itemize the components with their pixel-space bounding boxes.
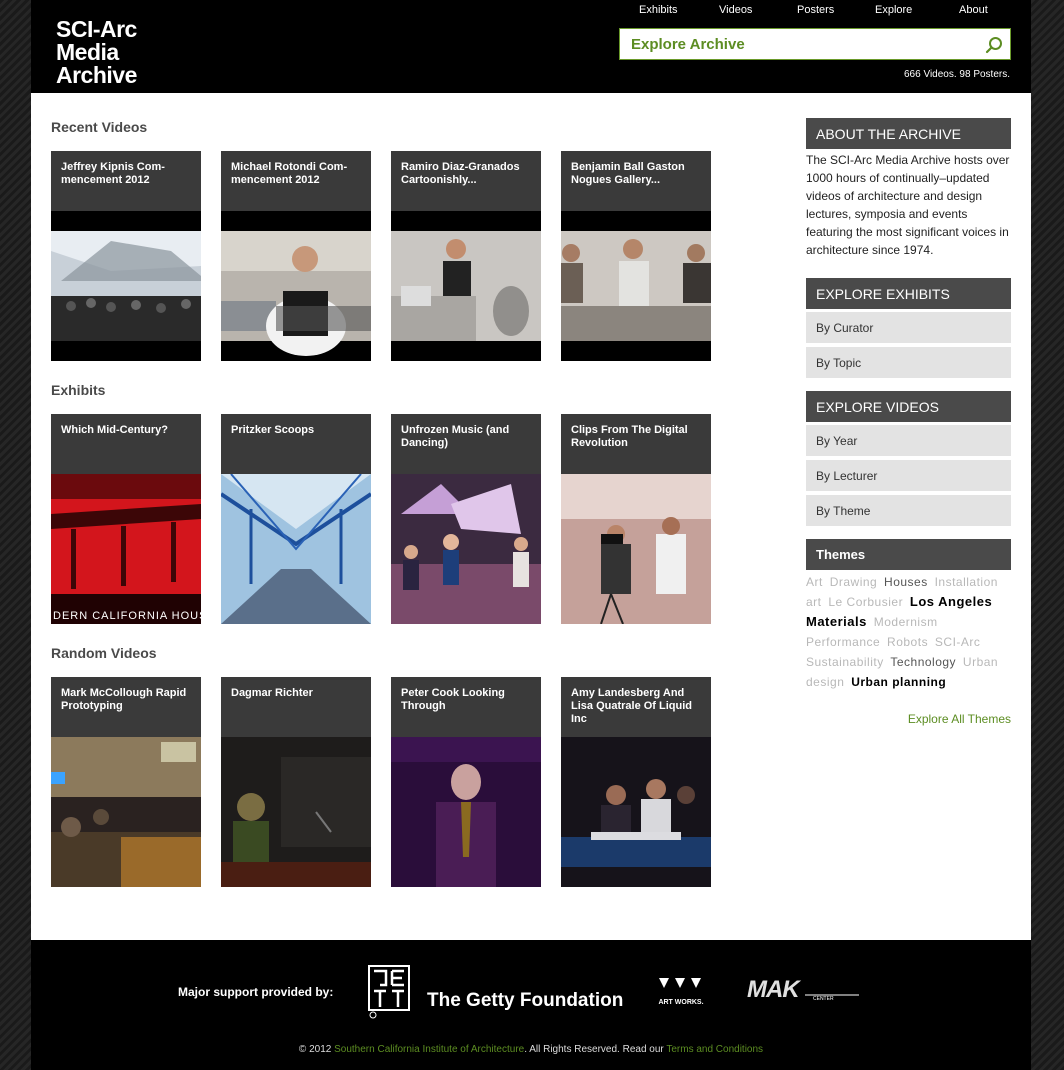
theme-tag[interactable]: Houses (884, 575, 928, 589)
theme-tag[interactable]: Modernism (874, 615, 938, 629)
archive-counts: 666 Videos. 98 Posters. (904, 69, 1010, 80)
card-title: Ramiro Diaz-Granados Cartoonishly... (401, 161, 520, 186)
site-header: SCI-Arc Media Archive Exhibits Videos Po… (31, 0, 1031, 93)
nav-about[interactable]: About (959, 4, 988, 16)
main-content: Recent Videos Jeffrey Kipnis Com-menceme… (31, 93, 1031, 940)
support-label: Major support provided by: (178, 985, 334, 999)
theme-cloud: Art Drawing Houses Installation art Le C… (806, 572, 1016, 692)
section-title-recent-videos: Recent Videos (51, 119, 148, 135)
art-works-logo[interactable]: ART WORKS. (657, 976, 705, 1006)
video-card[interactable]: Dagmar Richter (221, 677, 371, 887)
theme-tag[interactable]: Materials (806, 614, 867, 629)
video-thumbnail[interactable] (51, 211, 201, 361)
search-icon[interactable] (984, 35, 1004, 55)
card-title: Amy Landesberg And Lisa Quatrale Of Liqu… (571, 687, 693, 725)
sidebar-item-by-topic[interactable]: By Topic (806, 347, 1011, 378)
exhibit-thumbnail[interactable] (221, 474, 371, 624)
main-nav: Exhibits Videos Posters Explore About (619, 4, 1011, 18)
copyright-line: © 2012 Southern California Institute of … (31, 1044, 1031, 1055)
card-title: Which Mid-Century? (61, 424, 168, 436)
video-thumbnail[interactable] (221, 737, 371, 887)
site-logo[interactable]: SCI-Arc Media Archive (56, 18, 137, 87)
section-title-exhibits: Exhibits (51, 382, 106, 398)
video-card[interactable]: Mark McCollough Rapid Prototyping (51, 677, 201, 887)
logo-line-1: SCI-Arc (56, 16, 137, 42)
theme-tag[interactable]: SCI-Arc (935, 635, 981, 649)
theme-tag[interactable]: Urban planning (851, 675, 946, 689)
video-card[interactable]: Michael Rotondi Com-mencement 2012 (221, 151, 371, 361)
art-works-icon (659, 978, 701, 988)
theme-tag[interactable]: Performance (806, 635, 880, 649)
mak-letters: MAK (747, 976, 800, 1003)
theme-tag[interactable]: Art (806, 575, 823, 589)
exhibit-card[interactable]: Which Mid-Century? DERN CALIFORNIA HOUS (51, 414, 201, 624)
terms-link[interactable]: Terms and Conditions (666, 1044, 763, 1055)
theme-tag[interactable]: Technology (890, 655, 956, 669)
video-thumbnail[interactable] (221, 211, 371, 361)
mak-center-logo[interactable]: MAK CENTER (747, 976, 859, 1008)
card-title: Clips From The Digital Revolution (571, 424, 688, 449)
video-thumbnail[interactable] (561, 211, 711, 361)
explore-all-themes-link[interactable]: Explore All Themes (806, 712, 1011, 726)
nav-videos[interactable]: Videos (719, 4, 752, 16)
theme-tag[interactable]: Robots (887, 635, 928, 649)
explore-videos-heading: EXPLORE VIDEOS (806, 391, 1011, 422)
sidebar-item-by-theme[interactable]: By Theme (806, 495, 1011, 526)
theme-tag[interactable]: Sustainability (806, 655, 884, 669)
card-title: Mark McCollough Rapid Prototyping (61, 687, 187, 712)
card-title: Peter Cook Looking Through (401, 687, 505, 712)
art-works-label: ART WORKS. (658, 999, 704, 1006)
nav-exhibits[interactable]: Exhibits (639, 4, 678, 16)
video-card[interactable]: Peter Cook Looking Through (391, 677, 541, 887)
card-title: Benjamin Ball Gaston Nogues Gallery... (571, 161, 685, 186)
mak-center-label: CENTER (813, 996, 834, 1002)
exhibit-thumbnail[interactable] (561, 474, 711, 624)
themes-heading: Themes (806, 539, 1011, 570)
exhibit-card[interactable]: Unfrozen Music (and Dancing) (391, 414, 541, 624)
sidebar-item-by-year[interactable]: By Year (806, 425, 1011, 456)
video-thumbnail[interactable] (561, 737, 711, 887)
copyright-mid: . All Rights Reserved. Read our (524, 1044, 664, 1055)
site-footer: Major support provided by: The Getty Fou… (31, 940, 1031, 1070)
theme-tag[interactable]: Drawing (830, 575, 878, 589)
exhibit-thumbnail[interactable]: DERN CALIFORNIA HOUS (51, 474, 201, 624)
section-title-random-videos: Random Videos (51, 645, 157, 661)
video-thumbnail[interactable] (391, 211, 541, 361)
logo-line-3: Archive (56, 62, 137, 88)
getty-logo-icon[interactable] (368, 965, 412, 1019)
exhibit-card[interactable]: Clips From The Digital Revolution (561, 414, 711, 624)
sidebar-item-by-lecturer[interactable]: By Lecturer (806, 460, 1011, 491)
theme-tag[interactable]: Los Angeles (910, 594, 992, 609)
getty-foundation-name: The Getty Foundation (427, 990, 624, 1011)
card-title: Dagmar Richter (231, 687, 313, 699)
page: SCI-Arc Media Archive Exhibits Videos Po… (31, 0, 1031, 1070)
about-text: The SCI-Arc Media Archive hosts over 100… (806, 153, 1010, 257)
video-card[interactable]: Ramiro Diaz-Granados Cartoonishly... (391, 151, 541, 361)
search-input[interactable] (620, 29, 960, 59)
svg-text:DERN CALIFORNIA HOUS: DERN CALIFORNIA HOUS (53, 610, 201, 622)
card-title: Unfrozen Music (and Dancing) (401, 424, 510, 449)
exhibit-card[interactable]: Pritzker Scoops (221, 414, 371, 624)
exhibit-thumbnail[interactable] (391, 474, 541, 624)
explore-exhibits-heading: EXPLORE EXHIBITS (806, 278, 1011, 309)
video-thumbnail[interactable] (51, 737, 201, 887)
nav-explore[interactable]: Explore (875, 4, 912, 16)
video-card[interactable]: Jeffrey Kipnis Com-mencement 2012 (51, 151, 201, 361)
about-heading: ABOUT THE ARCHIVE (806, 118, 1011, 149)
sidebar-item-by-curator[interactable]: By Curator (806, 312, 1011, 343)
nav-posters[interactable]: Posters (797, 4, 834, 16)
card-title: Jeffrey Kipnis Com-mencement 2012 (61, 161, 165, 186)
video-card[interactable]: Amy Landesberg And Lisa Quatrale Of Liqu… (561, 677, 711, 887)
card-title: Pritzker Scoops (231, 424, 315, 436)
logo-line-2: Media (56, 39, 119, 65)
institute-link[interactable]: Southern California Institute of Archite… (334, 1044, 524, 1055)
theme-tag[interactable]: Le Corbusier (828, 595, 903, 609)
search-box (619, 28, 1011, 60)
card-title: Michael Rotondi Com-mencement 2012 (231, 161, 348, 186)
copyright-prefix: © 2012 (298, 1044, 332, 1055)
video-card[interactable]: Benjamin Ball Gaston Nogues Gallery... (561, 151, 711, 361)
video-thumbnail[interactable] (391, 737, 541, 887)
